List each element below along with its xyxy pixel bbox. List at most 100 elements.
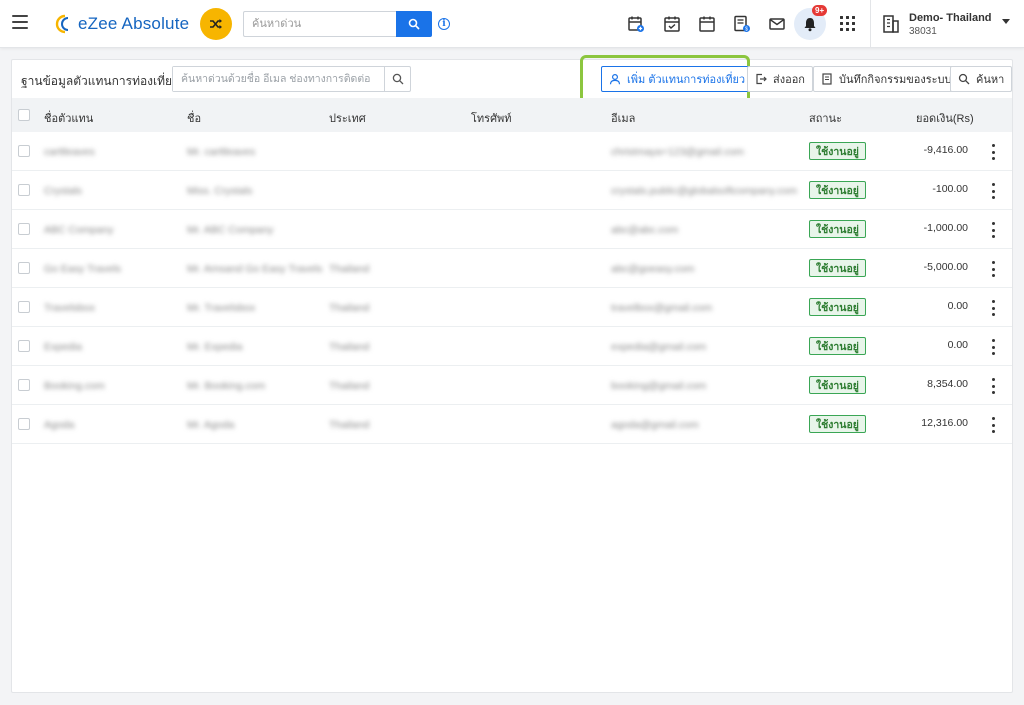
row-checkbox[interactable] <box>18 184 30 196</box>
logo-mark-icon <box>55 14 69 34</box>
agent-name-cell[interactable]: Go Easy Travels <box>44 263 121 275</box>
agent-name-cell[interactable]: Expedia <box>44 341 82 353</box>
status-badge: ใช้งานอยู่ <box>809 376 866 394</box>
country-cell: Thailand <box>329 380 370 392</box>
invoice-icon[interactable]: $ <box>732 14 752 34</box>
row-actions-icon[interactable] <box>992 378 996 394</box>
shuffle-icon <box>210 19 222 29</box>
status-badge: ใช้งานอยู่ <box>809 415 866 433</box>
export-label: ส่งออก <box>773 74 805 86</box>
table-row[interactable]: ABC Company Mr. ABC Company abc@abc.com … <box>12 210 1012 249</box>
table-row[interactable]: Expedia Mr. Expedia Thailand expedia@gma… <box>12 327 1012 366</box>
info-icon[interactable]: i <box>438 18 450 30</box>
logo-text: eZee Absolute <box>78 14 190 33</box>
chevron-down-icon[interactable] <box>1002 19 1010 24</box>
agent-name-cell[interactable]: Crystals <box>44 185 82 197</box>
table-row[interactable]: Crystals Miss. Crystals crystals.public@… <box>12 171 1012 210</box>
search-icon <box>958 73 970 85</box>
calendar-check-icon[interactable] <box>662 14 682 34</box>
topbar-divider <box>870 0 871 48</box>
email-cell: booking@gmail.com <box>611 380 707 392</box>
select-all-checkbox[interactable] <box>18 109 30 121</box>
search-button-label: ค้นหา <box>976 74 1005 86</box>
notifications-button[interactable]: 9+ <box>794 5 828 40</box>
user-icon <box>609 73 621 85</box>
travel-agent-panel: ฐานข้อมูลตัวแทนการท่องเที่ยว เพิ่ม ตัวแท… <box>11 55 1013 693</box>
email-cell: abc@abc.com <box>611 224 679 236</box>
search-button[interactable]: ค้นหา <box>950 66 1013 92</box>
name-cell: Mr. Agoda <box>187 419 235 431</box>
menu-icon[interactable] <box>12 15 28 29</box>
balance-cell: -100.00 <box>932 183 968 195</box>
row-checkbox[interactable] <box>18 379 30 391</box>
agent-name-cell[interactable]: carttleaves <box>44 146 95 158</box>
balance-cell: 12,316.00 <box>921 417 968 429</box>
email-cell: agoda@gmail.com <box>611 419 699 431</box>
country-cell: Thailand <box>329 263 370 275</box>
row-actions-icon[interactable] <box>992 222 996 238</box>
name-cell: Mr. ABC Company <box>187 224 274 236</box>
header-country[interactable]: ประเทศ <box>329 109 366 127</box>
row-actions-icon[interactable] <box>992 144 996 160</box>
row-checkbox[interactable] <box>18 301 30 313</box>
agent-name-cell[interactable]: Booking.com <box>44 380 105 392</box>
row-checkbox[interactable] <box>18 223 30 235</box>
row-checkbox[interactable] <box>18 418 30 430</box>
table-row[interactable]: Booking.com Mr. Booking.com Thailand boo… <box>12 366 1012 405</box>
row-actions-icon[interactable] <box>992 417 996 433</box>
row-actions-icon[interactable] <box>992 183 996 199</box>
table-row[interactable]: Go Easy Travels Mr. Amsand Go Easy Trave… <box>12 249 1012 288</box>
agent-name-cell[interactable]: Travelsbox <box>44 302 95 314</box>
name-cell: Mr. Travelsbox <box>187 302 256 314</box>
search-icon <box>408 18 420 30</box>
header-agent-name[interactable]: ชื่อตัวแทน <box>44 109 93 127</box>
agent-search-button[interactable] <box>384 67 410 91</box>
quick-search-button[interactable] <box>396 11 432 37</box>
new-reservation-icon[interactable] <box>626 14 646 34</box>
bell-icon <box>804 18 816 32</box>
audit-trail-button[interactable]: บันทึกกิจกรรมของระบบ <box>813 66 960 92</box>
row-actions-icon[interactable] <box>992 300 996 316</box>
header-email[interactable]: อีเมล <box>611 109 635 127</box>
audit-trail-label: บันทึกกิจกรรมของระบบ <box>839 74 952 86</box>
row-actions-icon[interactable] <box>992 261 996 277</box>
app-logo[interactable]: eZee Absolute <box>52 11 189 37</box>
add-travel-agent-button[interactable]: เพิ่ม ตัวแทนการท่องเที่ยว <box>601 66 754 92</box>
row-checkbox[interactable] <box>18 340 30 352</box>
export-icon <box>756 73 767 85</box>
agent-search-input[interactable] <box>173 67 384 91</box>
notification-badge: 9+ <box>812 5 828 16</box>
row-checkbox[interactable] <box>18 262 30 274</box>
document-icon <box>822 73 832 85</box>
apps-grid-icon[interactable] <box>840 16 855 31</box>
status-badge: ใช้งานอยู่ <box>809 142 866 160</box>
export-button[interactable]: ส่งออก <box>747 66 813 92</box>
page-title: ฐานข้อมูลตัวแทนการท่องเที่ยว <box>21 74 179 88</box>
header-name[interactable]: ชื่อ <box>187 109 201 127</box>
header-phone[interactable]: โทรศัพท์ <box>471 109 512 127</box>
status-badge: ใช้งานอยู่ <box>809 181 866 199</box>
agent-name-cell[interactable]: ABC Company <box>44 224 113 236</box>
balance-cell: -5,000.00 <box>923 261 968 273</box>
header-balance[interactable]: ยอดเงิน(Rs) <box>916 109 974 127</box>
calendar-icon[interactable] <box>697 14 717 34</box>
header-status[interactable]: สถานะ <box>809 109 842 127</box>
table-header: ชื่อตัวแทน ชื่อ ประเทศ โทรศัพท์ อีเมล สถ… <box>12 98 1012 132</box>
table-row[interactable]: Agoda Mr. Agoda Thailand agoda@gmail.com… <box>12 405 1012 444</box>
mail-icon[interactable] <box>767 14 787 34</box>
table-row[interactable]: carttleaves Mr. carttleaves christmaya+1… <box>12 132 1012 171</box>
balance-cell: -9,416.00 <box>923 144 968 156</box>
email-cell: abc@goeasy.com <box>611 263 695 275</box>
switch-property-button[interactable] <box>200 8 232 40</box>
name-cell: Mr. Amsand Go Easy Travels <box>187 263 323 275</box>
quick-search-input[interactable] <box>243 11 396 37</box>
agent-name-cell[interactable]: Agoda <box>44 419 74 431</box>
table-row[interactable]: Travelsbox Mr. Travelsbox Thailand trave… <box>12 288 1012 327</box>
row-checkbox[interactable] <box>18 145 30 157</box>
row-actions-icon[interactable] <box>992 339 996 355</box>
name-cell: Mr. Expedia <box>187 341 243 353</box>
property-selector[interactable]: Demo- Thailand 38031 <box>881 9 992 39</box>
status-badge: ใช้งานอยู่ <box>809 259 866 277</box>
top-bar: eZee Absolute i <box>0 0 1024 48</box>
email-cell: travelbox@gmail.com <box>611 302 713 314</box>
